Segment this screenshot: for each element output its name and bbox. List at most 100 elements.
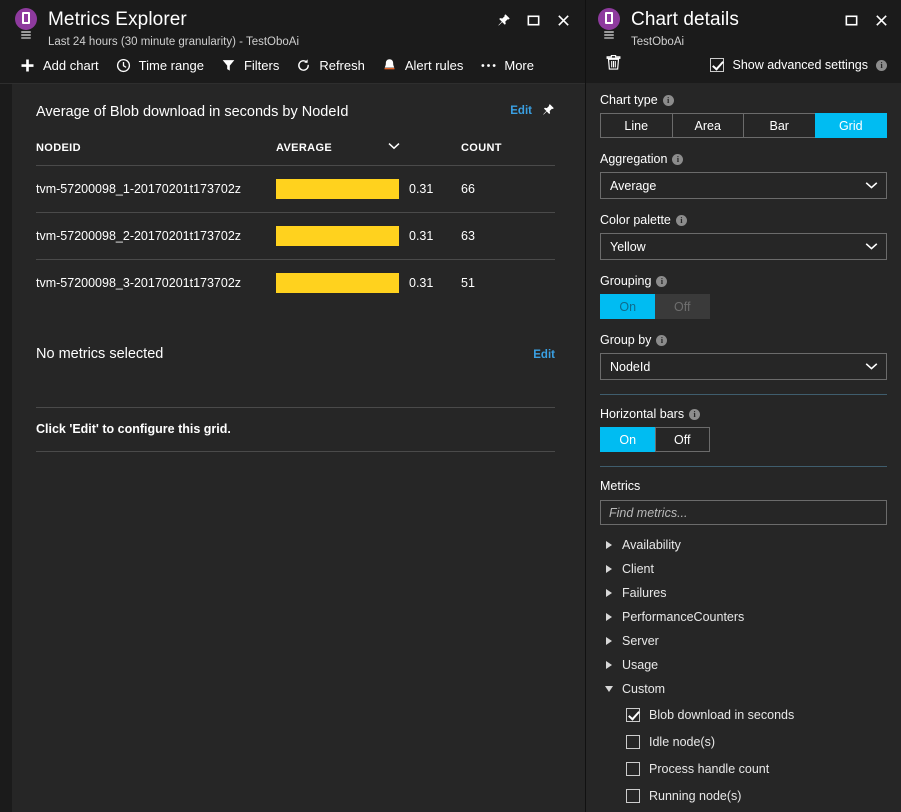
- empty-chart-header: No metrics selected Edit: [36, 346, 555, 362]
- find-metrics-input[interactable]: [600, 500, 887, 525]
- delete-chart-button[interactable]: [598, 51, 628, 79]
- more-button[interactable]: More: [475, 50, 545, 80]
- metrics-group-label: Usage: [622, 658, 658, 672]
- info-icon[interactable]: i: [672, 154, 683, 165]
- alert-rules-label: Alert rules: [405, 58, 464, 73]
- column-header-nodeid[interactable]: NODEID: [36, 141, 276, 166]
- chart-details-toolbar: Show advanced settings i: [586, 47, 901, 83]
- chart-details-body: Chart type i Line Area Bar Grid Aggregat…: [586, 83, 901, 812]
- info-icon[interactable]: i: [876, 60, 887, 71]
- metric-checkbox[interactable]: [626, 762, 640, 776]
- chart-card-header: Average of Blob download in seconds by N…: [36, 102, 555, 122]
- metrics-group-usage[interactable]: Usage: [600, 653, 887, 677]
- chevron-right-icon: [604, 661, 614, 669]
- group-by-select[interactable]: NodeId: [600, 353, 887, 380]
- chart-type-option-line[interactable]: Line: [600, 113, 672, 138]
- metrics-group-label: Server: [622, 634, 659, 648]
- average-value: 0.31: [409, 276, 433, 290]
- empty-chart-edit-link[interactable]: Edit: [533, 349, 555, 361]
- metrics-group-server[interactable]: Server: [600, 629, 887, 653]
- cell-count: 66: [461, 166, 555, 213]
- horizontal-bars-toggle-off[interactable]: Off: [655, 427, 711, 452]
- aggregation-label: Aggregation: [600, 152, 667, 166]
- chart-type-label: Chart type: [600, 93, 658, 107]
- info-icon[interactable]: i: [656, 276, 667, 287]
- filters-button[interactable]: Filters: [215, 50, 290, 80]
- metrics-section-label: Metrics: [600, 479, 887, 493]
- horizontal-bars-toggle-on[interactable]: On: [600, 427, 655, 452]
- show-advanced-settings-toggle[interactable]: Show advanced settings i: [710, 58, 887, 72]
- metric-label: Idle node(s): [649, 735, 715, 749]
- metric-checkbox[interactable]: [626, 789, 640, 803]
- color-palette-value: Yellow: [610, 240, 865, 254]
- metric-label: Running node(s): [649, 789, 741, 803]
- metric-item-idle-nodes[interactable]: Idle node(s): [600, 728, 887, 755]
- color-palette-select[interactable]: Yellow: [600, 233, 887, 260]
- maximize-icon[interactable]: [519, 6, 547, 34]
- column-header-count[interactable]: COUNT: [461, 141, 555, 166]
- cell-average: 0.31: [276, 166, 461, 213]
- metric-item-process-handle-count[interactable]: Process handle count: [600, 755, 887, 782]
- metrics-group-availability[interactable]: Availability: [600, 533, 887, 557]
- close-icon[interactable]: [549, 6, 577, 34]
- chevron-down-icon: [865, 240, 878, 254]
- advanced-settings-checkbox[interactable]: [710, 58, 724, 72]
- table-row[interactable]: tvm-57200098_2-20170201t173702z 0.31 63: [36, 213, 555, 260]
- refresh-button[interactable]: Refresh: [290, 50, 376, 80]
- metrics-explorer-blade: Metrics Explorer Last 24 hours (30 minut…: [0, 0, 585, 812]
- chevron-down-icon: [865, 360, 878, 374]
- column-header-average[interactable]: AVERAGE: [276, 141, 461, 166]
- metrics-group-performancecounters[interactable]: PerformanceCounters: [600, 605, 887, 629]
- horizontal-bars-label-row: Horizontal bars i: [600, 407, 887, 421]
- metric-checkbox[interactable]: [626, 735, 640, 749]
- section-divider: [600, 466, 887, 467]
- aggregation-select[interactable]: Average: [600, 172, 887, 199]
- chevron-down-icon[interactable]: [388, 141, 400, 153]
- aggregation-value: Average: [610, 179, 865, 193]
- alert-rules-button[interactable]: Alert rules: [376, 50, 475, 80]
- metrics-group-failures[interactable]: Failures: [600, 581, 887, 605]
- metrics-group-label: PerformanceCounters: [622, 610, 744, 624]
- cell-count: 51: [461, 260, 555, 307]
- metrics-group-label: Availability: [622, 538, 681, 552]
- time-range-button[interactable]: Time range: [110, 50, 215, 80]
- info-icon[interactable]: i: [676, 215, 687, 226]
- metric-checkbox[interactable]: [626, 708, 640, 722]
- metrics-grid-table: NODEID AVERAGE COUNT: [36, 141, 555, 306]
- metrics-group-client[interactable]: Client: [600, 557, 887, 581]
- add-chart-button[interactable]: Add chart: [14, 50, 110, 80]
- page-subtitle: Last 24 hours (30 minute granularity) - …: [48, 35, 299, 49]
- chevron-right-icon: [604, 613, 614, 621]
- info-icon[interactable]: i: [663, 95, 674, 106]
- clock-icon: [115, 57, 132, 74]
- grouping-toggle-on[interactable]: On: [600, 294, 655, 319]
- metric-item-running-nodes[interactable]: Running node(s): [600, 782, 887, 809]
- close-icon[interactable]: [867, 6, 895, 34]
- pin-icon[interactable]: [489, 6, 517, 34]
- cell-nodeid: tvm-57200098_2-20170201t173702z: [36, 213, 276, 260]
- chart-type-option-grid[interactable]: Grid: [815, 113, 888, 138]
- cell-nodeid: tvm-57200098_3-20170201t173702z: [36, 260, 276, 307]
- grouping-label: Grouping: [600, 274, 651, 288]
- section-divider: [600, 394, 887, 395]
- chart-type-option-bar[interactable]: Bar: [743, 113, 815, 138]
- pin-icon[interactable]: [541, 103, 555, 122]
- table-body: tvm-57200098_1-20170201t173702z 0.31 66: [36, 166, 555, 307]
- table-header-row: NODEID AVERAGE COUNT: [36, 141, 555, 166]
- metrics-group-custom[interactable]: Custom: [600, 677, 887, 701]
- table-row[interactable]: tvm-57200098_1-20170201t173702z 0.31 66: [36, 166, 555, 213]
- chart-type-option-area[interactable]: Area: [672, 113, 744, 138]
- window-controls: [489, 6, 577, 34]
- info-icon[interactable]: i: [656, 335, 667, 346]
- group-by-label: Group by: [600, 333, 651, 347]
- average-bar: [276, 179, 399, 199]
- group-by-label-row: Group by i: [600, 333, 887, 347]
- chart-details-title: Chart details: [631, 8, 739, 32]
- info-icon[interactable]: i: [689, 409, 700, 420]
- grouping-toggle-off[interactable]: Off: [655, 294, 711, 319]
- table-row[interactable]: tvm-57200098_3-20170201t173702z 0.31 51: [36, 260, 555, 307]
- maximize-icon[interactable]: [837, 6, 865, 34]
- average-bar: [276, 273, 399, 293]
- chart-edit-link[interactable]: Edit: [510, 105, 532, 117]
- metric-item-blob-download-in-seconds[interactable]: Blob download in seconds: [600, 701, 887, 728]
